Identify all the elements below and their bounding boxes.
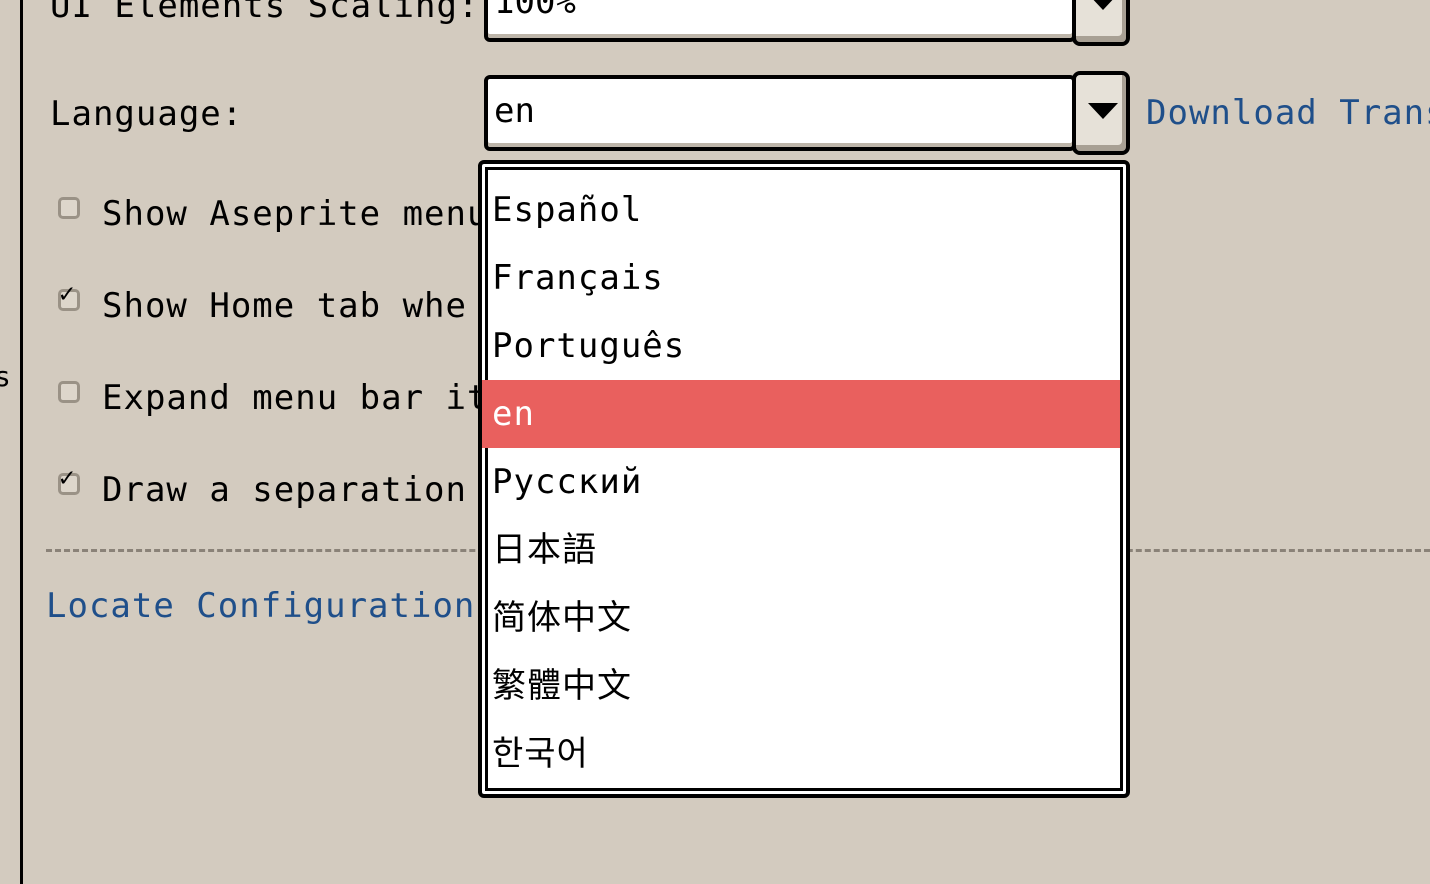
language-option[interactable]: Español <box>482 176 1120 244</box>
show-home-tab-label: Show Home tab whe <box>102 286 467 326</box>
offscreen-fragment: s <box>0 360 11 393</box>
language-option[interactable]: Français <box>482 244 1120 312</box>
ui-scaling-combobox[interactable]: 100% <box>484 0 1130 46</box>
language-option[interactable]: 简体中文 <box>482 584 1120 652</box>
show-home-tab-checkbox[interactable]: ✓ <box>58 279 80 311</box>
show-aseprite-menu-label: Show Aseprite menu <box>102 194 489 234</box>
language-option[interactable]: 한국어 <box>482 720 1120 788</box>
language-dropdown-list[interactable]: Español Français Português en Русский 日本… <box>478 160 1130 798</box>
expand-menu-bar-checkbox[interactable] <box>58 381 80 403</box>
language-option[interactable]: Русский <box>482 448 1120 516</box>
window-border <box>20 0 23 884</box>
language-field[interactable]: en <box>484 75 1076 151</box>
locate-configuration-link[interactable]: Locate Configuration F <box>46 586 518 626</box>
draw-separation-checkbox[interactable]: ✓ <box>58 463 80 495</box>
checkmark-icon: ✓ <box>59 279 75 309</box>
expand-menu-bar-label: Expand menu bar it <box>102 378 489 418</box>
ui-scaling-field[interactable]: 100% <box>484 0 1076 42</box>
language-option[interactable]: 日本語 <box>482 516 1120 584</box>
checkmark-icon: ✓ <box>59 463 75 493</box>
language-combobox[interactable]: en <box>484 71 1130 155</box>
ui-scaling-dropdown-button[interactable] <box>1072 0 1130 46</box>
language-dropdown-button[interactable] <box>1072 71 1130 155</box>
language-label: Language: <box>50 94 244 134</box>
language-option[interactable]: Português <box>482 312 1120 380</box>
chevron-down-icon <box>1088 103 1118 119</box>
language-option[interactable]: 繁體中文 <box>482 652 1120 720</box>
ui-scaling-label: UI Elements Scaling: <box>50 0 480 26</box>
download-translations-link[interactable]: Download Trans <box>1146 93 1430 133</box>
chevron-down-icon <box>1088 0 1118 10</box>
draw-separation-label: Draw a separation <box>102 470 467 510</box>
show-aseprite-menu-checkbox[interactable] <box>58 197 80 219</box>
language-option-selected[interactable]: en <box>482 380 1120 448</box>
